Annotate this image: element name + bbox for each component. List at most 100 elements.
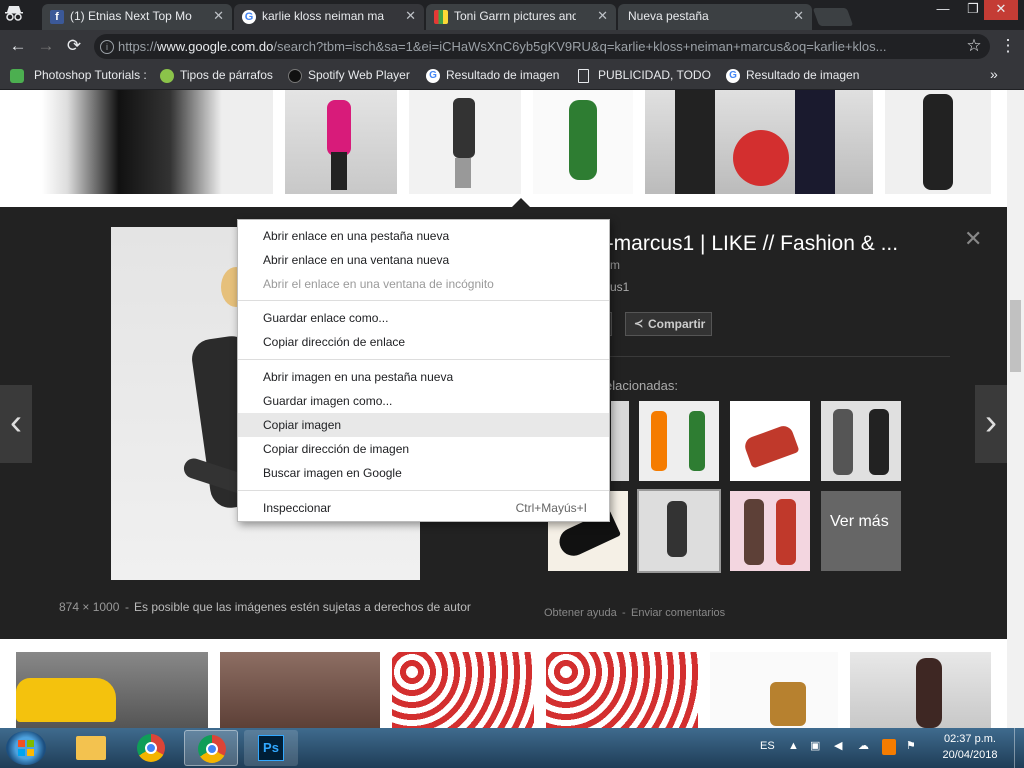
tab-new[interactable]: Nueva pestaña ✕ xyxy=(618,4,812,30)
close-window-button[interactable]: ✕ xyxy=(984,0,1018,20)
menu-open-image-new-tab[interactable]: Abrir imagen en una pestaña nueva xyxy=(238,365,609,389)
image-thumbnail[interactable] xyxy=(16,90,273,194)
bookmark-label: Resultado de imagen xyxy=(746,68,860,82)
device-icon[interactable]: ▣ xyxy=(810,739,824,755)
related-thumbnail[interactable] xyxy=(611,401,629,481)
clock-time[interactable]: 02:37 p.m. xyxy=(940,733,1000,747)
reload-button[interactable]: ⟳ xyxy=(62,34,86,58)
copyright-notice[interactable]: Es posible que las imágenes estén sujeta… xyxy=(134,600,514,616)
prev-image-button[interactable]: ‹ xyxy=(0,385,32,463)
chrome-profile-icon[interactable] xyxy=(184,730,238,766)
language-indicator[interactable]: ES xyxy=(760,740,780,754)
bookmark-publicidad[interactable]: PUBLICIDAD, TODO S xyxy=(578,68,714,86)
address-bar[interactable]: https://www.google.com.do/search?tbm=isc… xyxy=(94,34,990,59)
new-tab-button[interactable] xyxy=(812,8,854,26)
image-thumbnail[interactable] xyxy=(645,90,873,194)
photoshop-icon[interactable]: Ps xyxy=(244,730,298,766)
url-prefix: https:// xyxy=(118,39,158,54)
scrollbar-thumb[interactable] xyxy=(1010,300,1021,372)
url-host: www.google.com.do xyxy=(157,39,274,54)
volume-icon[interactable]: ◀ xyxy=(834,739,848,755)
tab-google-images[interactable]: G karlie kloss neiman marc ✕ xyxy=(234,4,424,30)
action-center-flag-icon[interactable]: ⚑ xyxy=(906,739,920,755)
bookmark-resultado-2[interactable]: G Resultado de imagen xyxy=(726,68,862,86)
menu-inspect[interactable]: Inspeccionar Ctrl+Mayús+I xyxy=(238,496,609,520)
close-tab-icon[interactable]: ✕ xyxy=(213,8,224,24)
menu-save-image-as[interactable]: Guardar imagen como... xyxy=(238,389,609,413)
site-info-icon[interactable]: i xyxy=(100,40,114,54)
bookmark-photoshop[interactable]: Photoshop Tutorials : xyxy=(10,68,146,86)
bookmark-spotify[interactable]: Spotify Web Player xyxy=(288,68,418,86)
menu-open-link-new-window[interactable]: Abrir enlace en una ventana nueva xyxy=(238,248,609,272)
google-icon: G xyxy=(726,69,740,83)
page-icon xyxy=(578,69,589,83)
share-icon: ≺ xyxy=(634,318,644,330)
google-icon: G xyxy=(426,69,440,83)
bookmark-label: Photoshop Tutorials : xyxy=(34,68,146,82)
bookmark-parrafos[interactable]: Tipos de párrafos xyxy=(160,68,280,86)
menu-search-image-google[interactable]: Buscar imagen en Google xyxy=(238,461,609,485)
bookmarks-more-button[interactable]: » xyxy=(990,66,1010,84)
menu-copy-image-address[interactable]: Copiar dirección de imagen xyxy=(238,437,609,461)
menu-separator xyxy=(238,300,609,301)
bookmark-resultado-1[interactable]: G Resultado de imagen xyxy=(426,68,562,86)
file-explorer-icon[interactable] xyxy=(64,730,118,766)
share-label: Compartir xyxy=(648,317,706,331)
forward-button[interactable]: → xyxy=(34,34,58,58)
cloud-icon[interactable]: ☁ xyxy=(858,739,874,755)
menu-separator xyxy=(238,359,609,360)
menu-open-link-new-tab[interactable]: Abrir enlace en una pestaña nueva xyxy=(238,224,609,248)
related-thumbnail[interactable] xyxy=(730,491,810,571)
chrome-icon[interactable] xyxy=(124,730,178,766)
page-scrollbar[interactable] xyxy=(1007,90,1024,728)
leaf-icon xyxy=(160,69,174,83)
image-thumbnail[interactable] xyxy=(546,652,698,728)
panel-title[interactable]: n-marcus1 | LIKE // Fashion & ... xyxy=(595,232,935,258)
spotify-icon xyxy=(288,69,302,83)
image-thumbnail[interactable] xyxy=(392,652,534,728)
avast-icon[interactable] xyxy=(882,739,896,755)
tab-toni-garrn[interactable]: Toni Garrn pictures and p ✕ xyxy=(426,4,616,30)
menu-copy-link-address[interactable]: Copiar dirección de enlace xyxy=(238,330,609,354)
related-thumbnail[interactable] xyxy=(730,401,810,481)
image-thumbnail[interactable] xyxy=(285,90,397,194)
tab-label: karlie kloss neiman marc xyxy=(262,9,384,23)
menu-copy-image[interactable]: Copiar imagen xyxy=(238,413,609,437)
show-hidden-icons-icon[interactable]: ▲ xyxy=(788,740,799,754)
image-thumbnail[interactable] xyxy=(710,652,838,728)
bookmark-label: Tipos de párrafos xyxy=(180,68,273,82)
related-thumbnail[interactable] xyxy=(639,401,719,481)
google-icon: G xyxy=(242,10,256,24)
ver-mas-label: Ver más xyxy=(830,513,889,530)
close-tab-icon[interactable]: ✕ xyxy=(405,8,416,24)
chrome-menu-icon[interactable]: ⋮ xyxy=(996,34,1020,58)
clock-date[interactable]: 20/04/2018 xyxy=(940,749,1000,763)
image-thumbnail[interactable] xyxy=(533,90,633,194)
show-desktop-button[interactable] xyxy=(1014,728,1024,768)
back-button[interactable]: ← xyxy=(6,34,30,58)
help-link[interactable]: Obtener ayuda xyxy=(544,607,624,621)
start-button[interactable] xyxy=(6,731,46,765)
close-tab-icon[interactable]: ✕ xyxy=(793,8,804,24)
menu-save-link-as[interactable]: Guardar enlace como... xyxy=(238,306,609,330)
separator-dash: - xyxy=(125,600,129,614)
minimize-button[interactable]: — xyxy=(928,0,958,20)
tab-facebook[interactable]: f (1) Etnias Next Top Mode ✕ xyxy=(42,4,232,30)
image-thumbnail[interactable] xyxy=(850,652,991,728)
ver-mas-button[interactable]: Ver más xyxy=(821,491,901,571)
share-button[interactable]: ≺ Compartir xyxy=(625,312,712,336)
panel-domain[interactable]: m xyxy=(610,258,650,274)
feedback-link[interactable]: Enviar comentarios xyxy=(631,607,741,621)
bookmark-label: PUBLICIDAD, TODO S xyxy=(598,68,714,82)
related-thumbnail-selected[interactable] xyxy=(637,489,721,573)
image-thumbnail[interactable] xyxy=(409,90,521,194)
image-thumbnail[interactable] xyxy=(220,652,380,728)
bookmark-star-icon[interactable]: ☆ xyxy=(962,34,986,58)
image-thumbnail[interactable] xyxy=(16,652,208,728)
close-panel-icon[interactable]: ✕ xyxy=(964,226,986,251)
close-tab-icon[interactable]: ✕ xyxy=(597,8,608,24)
image-site-icon xyxy=(434,10,448,24)
related-thumbnail[interactable] xyxy=(821,401,901,481)
image-thumbnail[interactable] xyxy=(885,90,991,194)
next-image-button[interactable]: › xyxy=(975,385,1007,463)
